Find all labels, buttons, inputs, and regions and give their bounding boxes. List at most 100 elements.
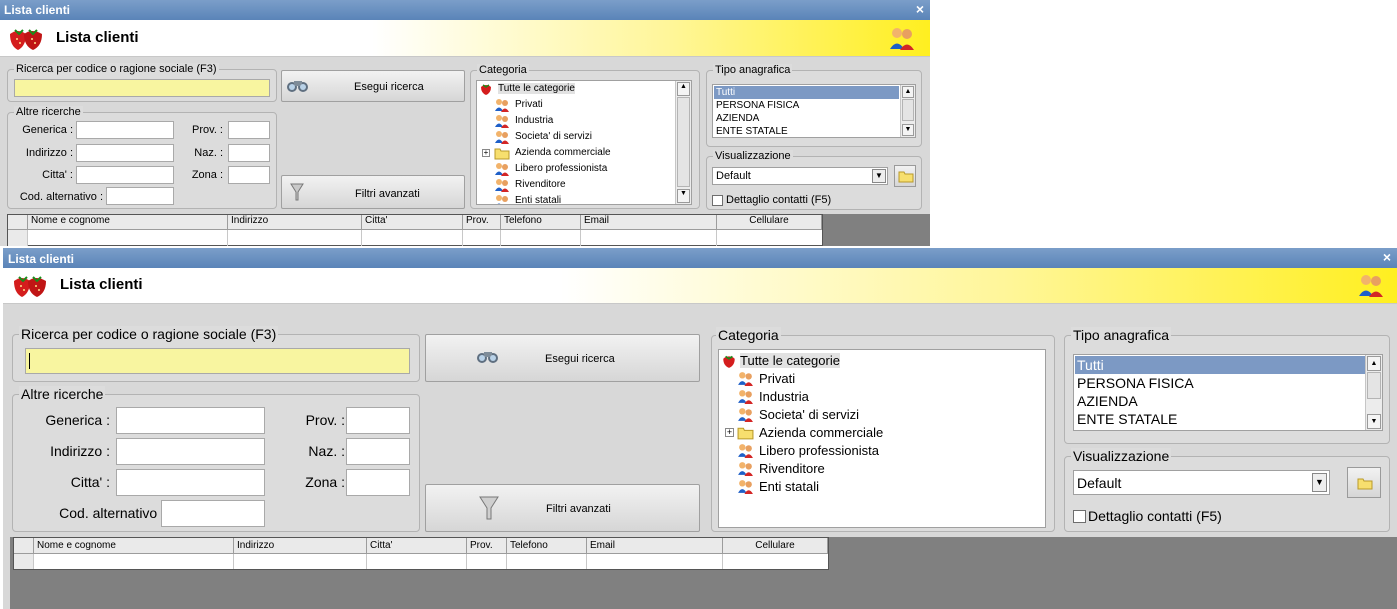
zona-input[interactable] — [346, 469, 410, 496]
tipo-option[interactable]: ENTE STATALE — [1075, 410, 1366, 428]
small-scroll-thumb[interactable] — [677, 97, 690, 187]
grid-cell[interactable] — [234, 554, 367, 569]
small-generica-input[interactable] — [76, 121, 174, 139]
tipo-scroll-up[interactable]: ▲ — [1367, 356, 1381, 371]
main-close-button[interactable]: × — [1383, 249, 1391, 265]
small-citta-input[interactable] — [76, 166, 174, 184]
tree-item-label: Privati — [759, 371, 796, 386]
small-tipo-option[interactable]: ENTE STATALE — [714, 125, 899, 137]
prov-input[interactable] — [346, 407, 410, 434]
tipo-option[interactable]: AZIENDA — [1075, 392, 1366, 410]
execute-search-button[interactable]: Esegui ricerca — [425, 334, 700, 382]
citta-label: Citta' : — [70, 474, 110, 490]
small-grid-header[interactable]: Nome e cognome — [28, 215, 228, 230]
small-prov-input[interactable] — [228, 121, 270, 139]
tipo-option[interactable]: Tutti — [1075, 356, 1366, 374]
small-tipo-scroll-thumb[interactable] — [902, 99, 914, 121]
small-indirizzo-input[interactable] — [76, 144, 174, 162]
tree-item-rivenditore[interactable]: Rivenditore — [737, 460, 1017, 478]
small-visual-select[interactable]: Default ▼ — [712, 167, 888, 185]
small-tree-item-libero[interactable]: Libero professionista — [494, 162, 664, 177]
grid-cell[interactable] — [467, 554, 507, 569]
small-folder-icon — [494, 146, 510, 163]
small-grid-header[interactable]: Email — [581, 215, 717, 230]
small-tipo-option[interactable]: Tutti — [714, 86, 899, 99]
small-tipo-scrollbar[interactable]: ▲ ▼ — [900, 85, 915, 137]
tree-item-azienda[interactable]: + Azienda commerciale — [725, 424, 1025, 442]
grid-header-cellulare[interactable]: Cellulare — [723, 538, 828, 554]
tipo-scroll-thumb[interactable] — [1367, 372, 1381, 399]
small-folder-button[interactable] — [894, 165, 916, 187]
small-tipo-option[interactable]: AZIENDA — [714, 112, 899, 125]
categoria-legend: Categoria — [716, 327, 781, 343]
small-tree-item-rivenditore[interactable]: Rivenditore — [494, 178, 664, 193]
tree-item-privati[interactable]: Privati — [737, 370, 1017, 388]
small-grid-header[interactable]: Prov. — [463, 215, 501, 230]
small-expand-icon[interactable]: + — [482, 149, 490, 157]
tree-item-enti[interactable]: Enti statali — [737, 478, 1017, 496]
small-tree-item-enti[interactable]: Enti statali — [494, 194, 664, 204]
tree-item-societa[interactable]: Societa' di servizi — [737, 406, 1017, 424]
small-search-input[interactable] — [14, 79, 270, 97]
small-filters-button[interactable]: Filtri avanzati — [281, 175, 465, 209]
small-tree-label: Rivenditore — [515, 179, 566, 190]
naz-input[interactable] — [346, 438, 410, 465]
grid-header-telefono[interactable]: Telefono — [507, 538, 587, 554]
tree-item-libero[interactable]: Libero professionista — [737, 442, 1017, 460]
small-tree-item-privati[interactable]: Privati — [494, 98, 664, 113]
folder-icon — [737, 425, 754, 443]
grid-header-nome[interactable]: Nome e cognome — [34, 538, 234, 554]
small-detail-checkbox[interactable] — [712, 195, 723, 206]
small-users-icon — [494, 114, 510, 131]
small-grid-header[interactable]: Citta' — [362, 215, 463, 230]
chevron-down-icon[interactable]: ▼ — [1312, 473, 1327, 492]
codalt-input[interactable] — [161, 500, 265, 527]
small-tipo-scroll-down[interactable]: ▼ — [902, 124, 914, 136]
grid-header-email[interactable]: Email — [587, 538, 723, 554]
grid-header-indirizzo[interactable]: Indirizzo — [234, 538, 367, 554]
small-grid-header[interactable]: Cellulare — [717, 215, 822, 230]
grid-cell[interactable] — [367, 554, 467, 569]
visual-group: Visualizzazione Default ▼ Dettaglio cont… — [1064, 448, 1390, 532]
tipo-scrollbar[interactable]: ▲ ▼ — [1365, 355, 1382, 430]
small-tree-item-societa[interactable]: Societa' di servizi — [494, 130, 664, 145]
small-scroll-up-arrow[interactable]: ▲ — [677, 82, 690, 96]
folder-button[interactable] — [1347, 467, 1381, 498]
expand-icon[interactable]: + — [725, 428, 734, 437]
indirizzo-input[interactable] — [116, 438, 265, 465]
small-grid-header[interactable]: Indirizzo — [228, 215, 362, 230]
small-titlebar: Lista clienti × — [0, 0, 930, 20]
small-grid-header[interactable]: Telefono — [501, 215, 581, 230]
tipo-option[interactable]: PERSONA FISICA — [1075, 374, 1366, 392]
small-tree-item-tutte[interactable]: Tutte le categorie — [479, 82, 669, 97]
tipo-scroll-down[interactable]: ▼ — [1367, 414, 1381, 429]
grid-cell[interactable] — [34, 554, 234, 569]
small-funnel-icon — [290, 182, 304, 205]
advanced-filters-button[interactable]: Filtri avanzati — [425, 484, 700, 532]
grid-header-prov[interactable]: Prov. — [467, 538, 507, 554]
search-input[interactable] — [25, 348, 410, 374]
detail-contacts-checkbox[interactable] — [1073, 510, 1086, 523]
small-codalt-input[interactable] — [106, 187, 174, 205]
small-categoria-scrollbar[interactable]: ▲ ▼ — [675, 81, 691, 204]
small-other-legend: Altre ricerche — [14, 106, 83, 118]
small-tipo-scroll-up[interactable]: ▲ — [902, 86, 914, 98]
small-tipo-legend: Tipo anagrafica — [713, 64, 793, 76]
visual-select[interactable]: Default ▼ — [1073, 470, 1330, 495]
small-tipo-option[interactable]: PERSONA FISICA — [714, 99, 899, 112]
grid-header-citta[interactable]: Citta' — [367, 538, 467, 554]
generica-input[interactable] — [116, 407, 265, 434]
small-tree-item-azienda[interactable]: + Azienda commerciale — [482, 146, 672, 161]
small-naz-input[interactable] — [228, 144, 270, 162]
grid-cell[interactable] — [587, 554, 723, 569]
tree-item-industria[interactable]: Industria — [737, 388, 1017, 406]
small-zona-input[interactable] — [228, 166, 270, 184]
citta-input[interactable] — [116, 469, 265, 496]
tree-item-tutte[interactable]: Tutte le categorie — [721, 352, 1021, 370]
small-tree-item-industria[interactable]: Industria — [494, 114, 664, 129]
grid-cell[interactable] — [507, 554, 587, 569]
small-close-button[interactable]: × — [916, 1, 924, 17]
small-execute-search-button[interactable]: Esegui ricerca — [281, 70, 465, 102]
small-scroll-down-arrow[interactable]: ▼ — [677, 189, 690, 203]
small-chevron-down-icon[interactable]: ▼ — [872, 169, 886, 183]
